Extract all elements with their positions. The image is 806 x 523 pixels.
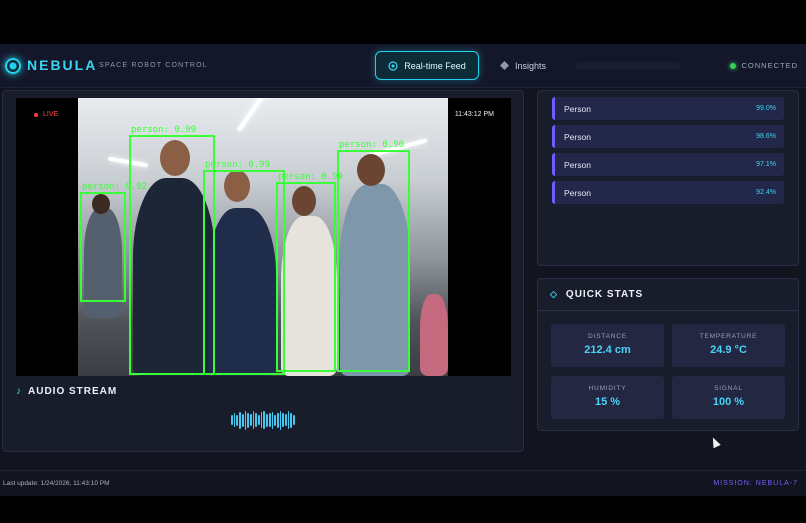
- audio-title: AUDIO STREAM: [28, 386, 118, 397]
- detection-label: person: 0.99: [131, 125, 197, 135]
- video-feed[interactable]: person: 0.92 person: 0.99 person: 0.99 p…: [16, 98, 511, 376]
- app-window: NEBULA SPACE ROBOT CONTROL Real-time Fee…: [0, 44, 806, 496]
- person-figure: [420, 294, 448, 376]
- stat-value: 24.9 °C: [710, 344, 747, 356]
- detection-label: person: 0.99: [278, 172, 344, 182]
- quick-stats-title: QUICK STATS: [565, 289, 644, 300]
- detection-confidence: 99.0%: [756, 105, 776, 112]
- waveform-bar: [236, 414, 239, 426]
- connection-status: CONNECTED: [730, 61, 798, 70]
- waveform-bar: [290, 412, 293, 428]
- live-indicator: LIVE: [34, 111, 58, 118]
- video-timestamp: 11:43:12 PM: [449, 108, 499, 121]
- status-footer: Last update: 1/24/2026, 11:43:10 PM MISS…: [0, 470, 806, 496]
- detection-list-item[interactable]: Person 98.6%: [552, 125, 784, 148]
- stat-signal: SIGNAL 100 %: [672, 376, 785, 419]
- waveform-bar: [268, 413, 271, 427]
- hidden-tab-placeholder: [576, 62, 680, 69]
- waveform-bar: [233, 413, 236, 427]
- detection-confidence: 97.1%: [756, 161, 776, 168]
- waveform-bar: [249, 414, 252, 426]
- waveform-bar: [252, 411, 255, 429]
- audio-stream-header: ♪ AUDIO STREAM: [16, 386, 117, 397]
- quick-stats-header: ◇ QUICK STATS: [538, 279, 798, 311]
- stat-label: SIGNAL: [714, 385, 743, 392]
- stat-temperature: TEMPERATURE 24.9 °C: [672, 324, 785, 367]
- waveform-bar: [260, 412, 263, 428]
- stat-value: 100 %: [712, 396, 745, 408]
- stat-humidity: HUMIDITY 15 %: [551, 376, 664, 419]
- mouse-cursor-icon: [709, 435, 721, 449]
- waveform-bar: [282, 413, 285, 427]
- detection-class: Person: [564, 103, 591, 114]
- detection-box: person: 0.99: [276, 172, 343, 372]
- waveform-bar: [285, 414, 287, 426]
- tab-label: Insights: [515, 60, 547, 71]
- stat-label: DISTANCE: [588, 333, 627, 340]
- detection-class: Person: [564, 131, 591, 142]
- stat-label: HUMIDITY: [588, 385, 627, 392]
- waveform-bar: [239, 411, 241, 429]
- audio-waveform: [231, 410, 295, 430]
- waveform-bar: [279, 410, 282, 430]
- quick-stats-card: ◇ QUICK STATS DISTANCE 212.4 cm TEMPERAT…: [537, 278, 799, 431]
- detection-label: person: 0.90: [339, 140, 405, 150]
- status-dot-icon: [730, 62, 737, 69]
- waveform-bar: [258, 415, 260, 425]
- detection-confidence: 98.6%: [756, 133, 776, 140]
- waveform-bar: [244, 410, 247, 430]
- waveform-bar: [287, 411, 290, 429]
- waveform-bar: [231, 415, 233, 425]
- tab-label: Real-time Feed: [404, 60, 466, 71]
- detection-box: person: 0.90: [337, 140, 410, 372]
- brand-title: NEBULA: [27, 57, 98, 73]
- detection-list-item[interactable]: Person 99.0%: [552, 97, 784, 120]
- camera-scene: person: 0.92 person: 0.99 person: 0.99 p…: [78, 98, 448, 376]
- stat-label: TEMPERATURE: [699, 333, 758, 340]
- detection-box: person: 0.99: [203, 160, 285, 375]
- waveform-bar: [276, 412, 279, 428]
- detection-class: Person: [564, 159, 591, 170]
- top-header: NEBULA SPACE ROBOT CONTROL Real-time Fee…: [0, 44, 806, 88]
- detection-label: person: 0.99: [205, 160, 271, 170]
- stat-distance: DISTANCE 212.4 cm: [551, 324, 664, 367]
- stat-value: 15 %: [594, 396, 621, 408]
- waveform-bar: [293, 415, 295, 425]
- diamond-outline-icon: ◇: [550, 289, 558, 299]
- status-label: CONNECTED: [741, 61, 798, 70]
- brand-subtitle: SPACE ROBOT CONTROL: [99, 62, 208, 69]
- detection-list-item[interactable]: Person 92.4%: [552, 181, 784, 204]
- tab-insights[interactable]: Insights: [500, 51, 560, 80]
- waveform-bar: [241, 413, 244, 427]
- target-icon: [388, 60, 398, 71]
- detection-confidence: 92.4%: [756, 189, 776, 196]
- detection-list-item[interactable]: Person 97.1%: [552, 153, 784, 176]
- last-update-text: Last update: 1/24/2026, 11:43:10 PM: [3, 480, 110, 487]
- diamond-icon: [500, 61, 509, 70]
- music-note-icon: ♪: [16, 386, 22, 397]
- tab-realtime-feed[interactable]: Real-time Feed: [375, 51, 479, 80]
- detections-card: Person 99.0% Person 98.6% Person 97.1% P…: [537, 90, 799, 266]
- waveform-bar: [263, 411, 266, 429]
- live-label: LIVE: [43, 111, 59, 118]
- mission-label: MISSION: NEBULA-7: [713, 480, 798, 487]
- waveform-bar: [266, 413, 268, 427]
- waveform-bar: [255, 413, 258, 427]
- detection-class: Person: [564, 187, 591, 198]
- ceiling-light: [237, 98, 269, 132]
- waveform-bar: [271, 411, 274, 429]
- stat-value: 212.4 cm: [584, 344, 631, 356]
- detection-box: person: 0.92: [80, 182, 147, 302]
- waveform-bar: [247, 412, 249, 428]
- live-dot-icon: [34, 112, 38, 117]
- waveform-bar: [274, 414, 276, 426]
- orb-icon: [5, 58, 21, 74]
